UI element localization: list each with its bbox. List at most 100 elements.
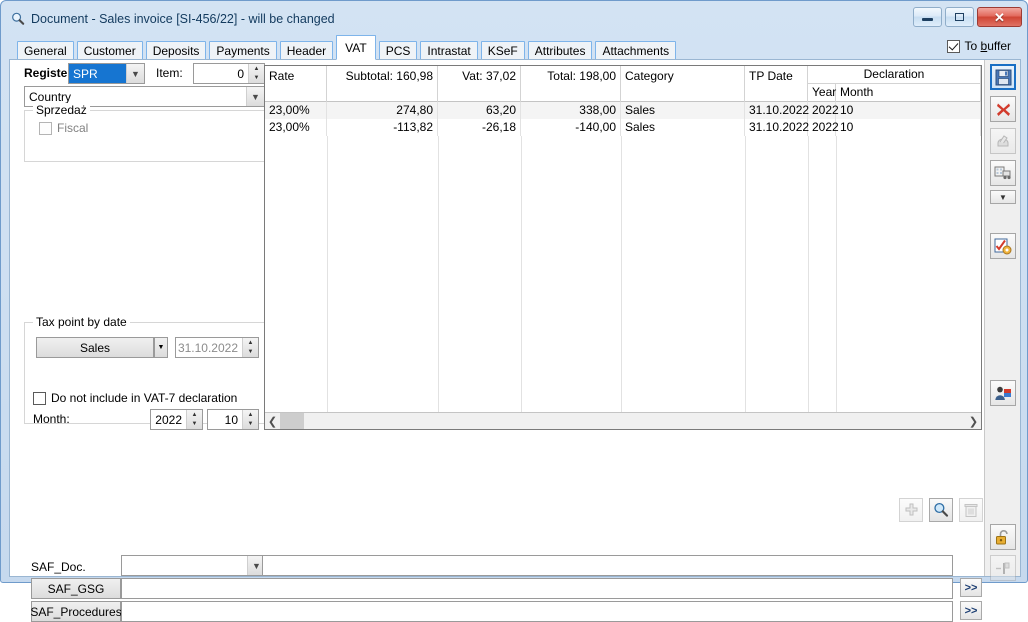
trash-icon [964,503,978,517]
scrollbar-thumb[interactable] [280,412,304,429]
delivery-dropdown-button[interactable]: ▼ [990,190,1016,204]
delivery-button[interactable] [990,160,1016,186]
tab-list: General Customer Deposits Payments Header VAT… [17,35,679,60]
cell-month: 10 [836,102,981,119]
minimize-button[interactable] [913,7,942,27]
save-button[interactable] [990,64,1016,90]
saf-gsg-expand-button[interactable]: >> [960,578,982,597]
declaration-month-value: 10 [224,412,238,427]
table-row[interactable]: 23,00% 274,80 63,20 338,00 Sales 31.10.2022 20… [265,102,981,119]
red-x-icon [996,103,1010,116]
horizontal-scrollbar[interactable]: ❮ ❯ [265,412,981,429]
tax-point-group-label: Tax point by date [33,315,130,329]
saf-gsg-input[interactable] [121,578,953,599]
tab-vat[interactable]: VAT [336,35,376,60]
tab-attachments[interactable]: Attachments [595,41,677,60]
spinner-buttons[interactable]: ▲ ▼ [242,410,258,429]
tab-ksef[interactable]: KSeF [480,41,525,60]
cell-month: 10 [836,119,981,136]
register-combo[interactable]: SPR ▼ [68,63,145,84]
tab-pcs[interactable]: PCS [378,41,418,60]
column-separator [745,136,746,413]
item-label: Item: [156,66,183,80]
cell-subtotal: -113,82 [327,119,438,136]
sales-group-label: Sprzedaż [33,103,90,117]
cancel-button[interactable] [990,96,1016,122]
saf-procedures-label: SAF_Procedures [30,604,122,619]
column-separator [621,136,622,413]
scroll-right-arrow-icon[interactable]: ❯ [966,415,981,428]
checkbox-box [946,39,960,53]
vat-table[interactable]: Rate Subtotal: 160,98 Vat: 37,02 Total: 198… [264,65,982,430]
column-header-total[interactable]: Total: 198,00 [521,66,621,102]
column-header-year[interactable]: Year [808,84,836,102]
spinner-buttons[interactable]: ▲ ▼ [242,338,258,357]
do-not-include-checkbox[interactable]: Do not include in VAT-7 declaration [33,391,237,405]
tab-header[interactable]: Header [279,41,334,60]
table-header-row: Rate Subtotal: 160,98 Vat: 37,02 Total: 198… [265,66,981,102]
saf-doc-input[interactable] [262,555,953,576]
tab-customer[interactable]: Customer [76,41,143,60]
close-button[interactable]: ✕ [977,7,1022,27]
maximize-button[interactable] [945,7,974,27]
right-toolbar: ▼ [984,60,1020,581]
saf-gsg-button[interactable]: SAF_GSG [31,578,121,599]
column-header-category[interactable]: Category [621,66,745,102]
close-icon: ✕ [994,9,1005,25]
minimize-icon [922,18,933,21]
item-spinner[interactable]: 0 ▲ ▼ [193,63,265,84]
do-not-include-label: Do not include in VAT-7 declaration [51,391,238,405]
delete-row-button[interactable] [959,498,983,522]
column-header-vat[interactable]: Vat: 37,02 [438,66,521,102]
register-label: Registe [24,66,68,80]
scrollbar-track[interactable] [280,412,966,429]
document-window: Document - Sales invoice [SI-456/22] - w… [0,0,1028,622]
operator-button[interactable] [990,380,1016,406]
column-separator [438,136,439,413]
tab-intrastat[interactable]: Intrastat [420,41,478,60]
column-separator [808,136,809,413]
settings-check-button[interactable] [990,233,1016,259]
open-padlock-icon [995,529,1008,544]
declaration-month-spinner[interactable]: 10 ▲ ▼ [207,409,259,430]
saf-doc-combo[interactable]: ▼ [121,555,266,576]
pin-button[interactable] [990,555,1016,581]
tab-strip: General Customer Deposits Payments Header VAT… [9,35,1021,60]
tax-point-group: Tax point by date Sales ▼ 31.10.2022 ▲ ▼ … [24,315,265,430]
tab-deposits[interactable]: Deposits [145,41,207,60]
magnifier-icon [934,502,949,517]
tax-point-type-button[interactable]: Sales [36,337,154,358]
double-chevron-right-icon: >> [964,604,978,617]
saf-procedures-button[interactable]: SAF_Procedures [30,601,122,622]
fiscal-checkbox[interactable]: Fiscal [39,121,88,135]
add-row-button[interactable] [899,498,923,522]
saf-procedures-expand-button[interactable]: >> [960,601,982,620]
scroll-left-arrow-icon[interactable]: ❮ [265,415,280,428]
cell-category: Sales [621,102,745,119]
spinner-buttons[interactable]: ▲ ▼ [248,64,264,83]
tab-general[interactable]: General [17,41,74,60]
tab-attributes[interactable]: Attributes [527,41,593,60]
saf-procedures-input[interactable] [121,601,953,622]
spinner-buttons[interactable]: ▲ ▼ [186,410,202,429]
column-header-rate[interactable]: Rate [265,66,327,102]
find-row-button[interactable] [929,498,953,522]
tax-point-date-spinner[interactable]: 31.10.2022 ▲ ▼ [175,337,259,358]
column-header-subtotal[interactable]: Subtotal: 160,98 [327,66,438,102]
window-title: Document - Sales invoice [SI-456/22] - w… [31,12,335,26]
cell-total: -140,00 [521,119,621,136]
column-header-tpdate[interactable]: TP Date [745,66,808,102]
tax-point-type-dropdown[interactable]: ▼ [154,337,168,358]
unlock-button[interactable] [990,524,1016,550]
declaration-year-value: 2022 [155,412,182,427]
cell-category: Sales [621,119,745,136]
window-controls: ✕ [913,7,1022,27]
print-button[interactable] [990,128,1016,154]
tab-payments[interactable]: Payments [209,41,277,60]
declaration-year-spinner[interactable]: 2022 ▲ ▼ [150,409,203,430]
checklist-gear-icon [994,238,1012,254]
column-header-month[interactable]: Month [836,84,981,102]
to-buffer-checkbox[interactable]: To buffer [946,39,1011,53]
chevron-down-icon: ▼ [157,344,165,351]
table-row[interactable]: 23,00% -113,82 -26,18 -140,00 Sales 31.10.202… [265,119,981,136]
